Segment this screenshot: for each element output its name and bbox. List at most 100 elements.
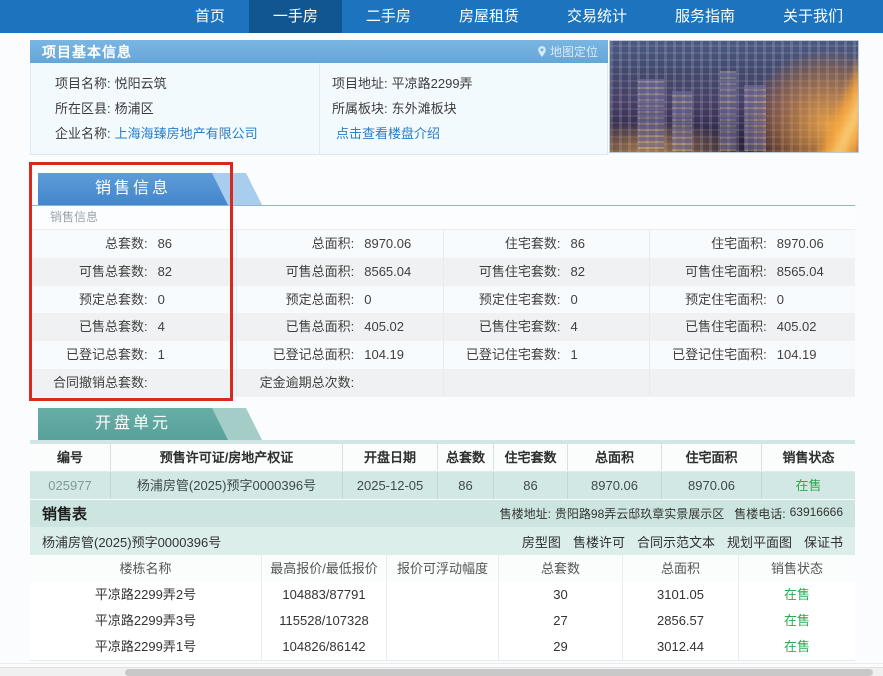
sales-info-pair: 已售住宅套数: 4 [443, 313, 649, 341]
sales-table-title: 销售表 [42, 503, 87, 524]
project-photo-image [609, 40, 859, 153]
sales-info-value: 104.19 [364, 341, 404, 369]
tab-opening-units[interactable]: 开盘单元 [38, 408, 228, 440]
sales-info-value: 8565.04 [364, 258, 411, 286]
nav-item[interactable]: 服务指南 [651, 0, 759, 33]
status-badge: 在售 [761, 472, 855, 499]
sales-info-value: 0 [364, 286, 371, 314]
column-header: 预售许可证/房地产权证 [110, 444, 342, 471]
table-cell: 115528/107328 [261, 608, 386, 634]
sales-info-value: 8970.06 [364, 230, 411, 258]
sales-info-value: 0 [570, 286, 577, 314]
document-link[interactable]: 规划平面图 [727, 532, 792, 551]
content-bottom-border [0, 663, 883, 664]
scrollbar-thumb[interactable] [125, 669, 873, 676]
sales-info-label: 住宅套数: [444, 230, 561, 258]
column-header: 楼栋名称 [30, 555, 261, 582]
nav-item[interactable]: 一手房 [249, 0, 342, 33]
sales-info-pair: 可售住宅套数: 82 [443, 258, 649, 286]
field-label: 所属板块: [332, 101, 388, 116]
photo-building [720, 71, 736, 151]
status-badge: 在售 [738, 608, 855, 634]
table-cell: 3012.44 [622, 634, 738, 660]
sales-info-label: 可售住宅套数: [444, 258, 561, 286]
sales-info-pair: 预定住宅面积: 0 [649, 286, 855, 314]
field-label: 所在区县: [55, 101, 111, 116]
sales-info-label: 已售住宅面积: [650, 313, 767, 341]
office-address-value: 贵阳路98弄云邸玖章实景展示区 [555, 505, 724, 522]
permit-bar: 杨浦房管(2025)预字0000396号 房型图售楼许可合同示范文本规划平面图保… [30, 527, 855, 555]
document-links: 房型图售楼许可合同示范文本规划平面图保证书 [522, 532, 843, 551]
sales-info-value: 0 [777, 286, 784, 314]
status-badge: 在售 [738, 582, 855, 608]
project-info-section: 项目基本信息 地图定位 项目名称: 悦阳云筑所在区县:杨浦区企业名称: 上海海臻房地… [30, 40, 608, 155]
table-row[interactable]: 025977杨浦房管(2025)预字0000396号2025-12-058686… [30, 472, 855, 499]
sales-info-label: 已登记总面积: [237, 341, 354, 369]
map-locate-link[interactable]: 地图定位 [537, 43, 598, 60]
field-value: 悦阳云筑 [115, 76, 167, 91]
sales-info-value: 405.02 [364, 313, 404, 341]
sales-info-pair: 可售住宅面积:8565.04 [649, 258, 855, 286]
table-cell: 2025-12-05 [342, 472, 437, 499]
column-header: 开盘日期 [342, 444, 437, 471]
nav-item[interactable]: 房屋租赁 [435, 0, 543, 33]
sales-info-value: 8970.06 [777, 230, 824, 258]
sales-info-pair [649, 369, 855, 397]
sales-info-pair [443, 369, 649, 397]
office-phone-label: 售楼电话: [734, 505, 785, 522]
column-header: 销售状态 [761, 444, 855, 471]
office-phone-value: 63916666 [790, 505, 843, 522]
photo-building [672, 91, 692, 151]
table-row[interactable]: 平凉路2299弄2号104883/87791303101.05在售 [30, 582, 855, 608]
sales-info-pair: 预定总面积: 0 [236, 286, 442, 314]
nav-item[interactable]: 首页 [171, 0, 249, 33]
document-link[interactable]: 房型图 [522, 532, 561, 551]
table-row[interactable]: 平凉路2299弄1号104826/86142293012.44在售 [30, 634, 855, 660]
nav-item[interactable]: 二手房 [342, 0, 435, 33]
sales-info-value: 82 [570, 258, 584, 286]
sales-info-label: 预定总面积: [237, 286, 354, 314]
sales-info-pair: 定金逾期总次数: [236, 369, 442, 397]
photo-building [744, 85, 766, 151]
horizontal-scrollbar[interactable] [0, 667, 883, 676]
project-info-header: 项目基本信息 地图定位 [30, 40, 608, 63]
sales-info-label: 已售住宅套数: [444, 313, 561, 341]
table-cell: 2856.57 [622, 608, 738, 634]
sales-info-value: 104.19 [777, 341, 817, 369]
sales-info-value: 1 [570, 341, 577, 369]
table-cell: 29 [498, 634, 622, 660]
field-value-link[interactable]: 点击查看楼盘介绍 [336, 126, 440, 141]
sales-table: 楼栋名称最高报价/最低报价报价可浮动幅度总套数总面积销售状态平凉路2299弄2号… [30, 555, 855, 661]
table-row[interactable]: 平凉路2299弄3号115528/107328272856.57在售 [30, 608, 855, 634]
field-value-link[interactable]: 上海海臻房地产有限公司 [115, 126, 258, 141]
table-cell [386, 582, 498, 608]
table-cell: 86 [493, 472, 567, 499]
project-field: 点击查看楼盘介绍 [332, 121, 607, 146]
table-cell: 平凉路2299弄2号 [30, 582, 261, 608]
opening-units-table: 编号预售许可证/房地产权证开盘日期总套数住宅套数总面积住宅面积销售状态02597… [30, 444, 855, 499]
project-field: 项目地址:平凉路2299弄 [332, 71, 607, 96]
field-label: 项目名称: [55, 76, 111, 91]
map-locate-label: 地图定位 [550, 43, 598, 60]
sales-info-label [650, 369, 767, 397]
document-link[interactable]: 保证书 [804, 532, 843, 551]
field-label: 企业名称: [55, 126, 111, 141]
document-link[interactable]: 合同示范文本 [637, 532, 715, 551]
project-field: 所在区县:杨浦区 [55, 96, 319, 121]
document-link[interactable]: 售楼许可 [573, 532, 625, 551]
sales-info-label: 预定住宅面积: [650, 286, 767, 314]
table-cell: 025977 [30, 472, 110, 499]
sales-info-pair: 住宅套数:86 [443, 230, 649, 258]
table-cell: 8970.06 [567, 472, 661, 499]
column-header: 住宅套数 [493, 444, 567, 471]
column-header: 总面积 [622, 555, 738, 582]
nav-item[interactable]: 交易统计 [543, 0, 651, 33]
table-cell: 27 [498, 608, 622, 634]
nav-item[interactable]: 关于我们 [759, 0, 867, 33]
sales-info-pair: 预定住宅套数:0 [443, 286, 649, 314]
sales-info-value: 4 [570, 313, 577, 341]
page: 首页一手房二手房房屋租赁交易统计服务指南关于我们 项目基本信息 地图定位 项目名… [0, 0, 883, 676]
sales-info-label: 可售住宅面积: [650, 258, 767, 286]
field-value: 东外滩板块 [392, 101, 457, 116]
sales-table-section: 销售表 售楼地址: 贵阳路98弄云邸玖章实景展示区 售楼电话: 63916666… [30, 500, 855, 661]
